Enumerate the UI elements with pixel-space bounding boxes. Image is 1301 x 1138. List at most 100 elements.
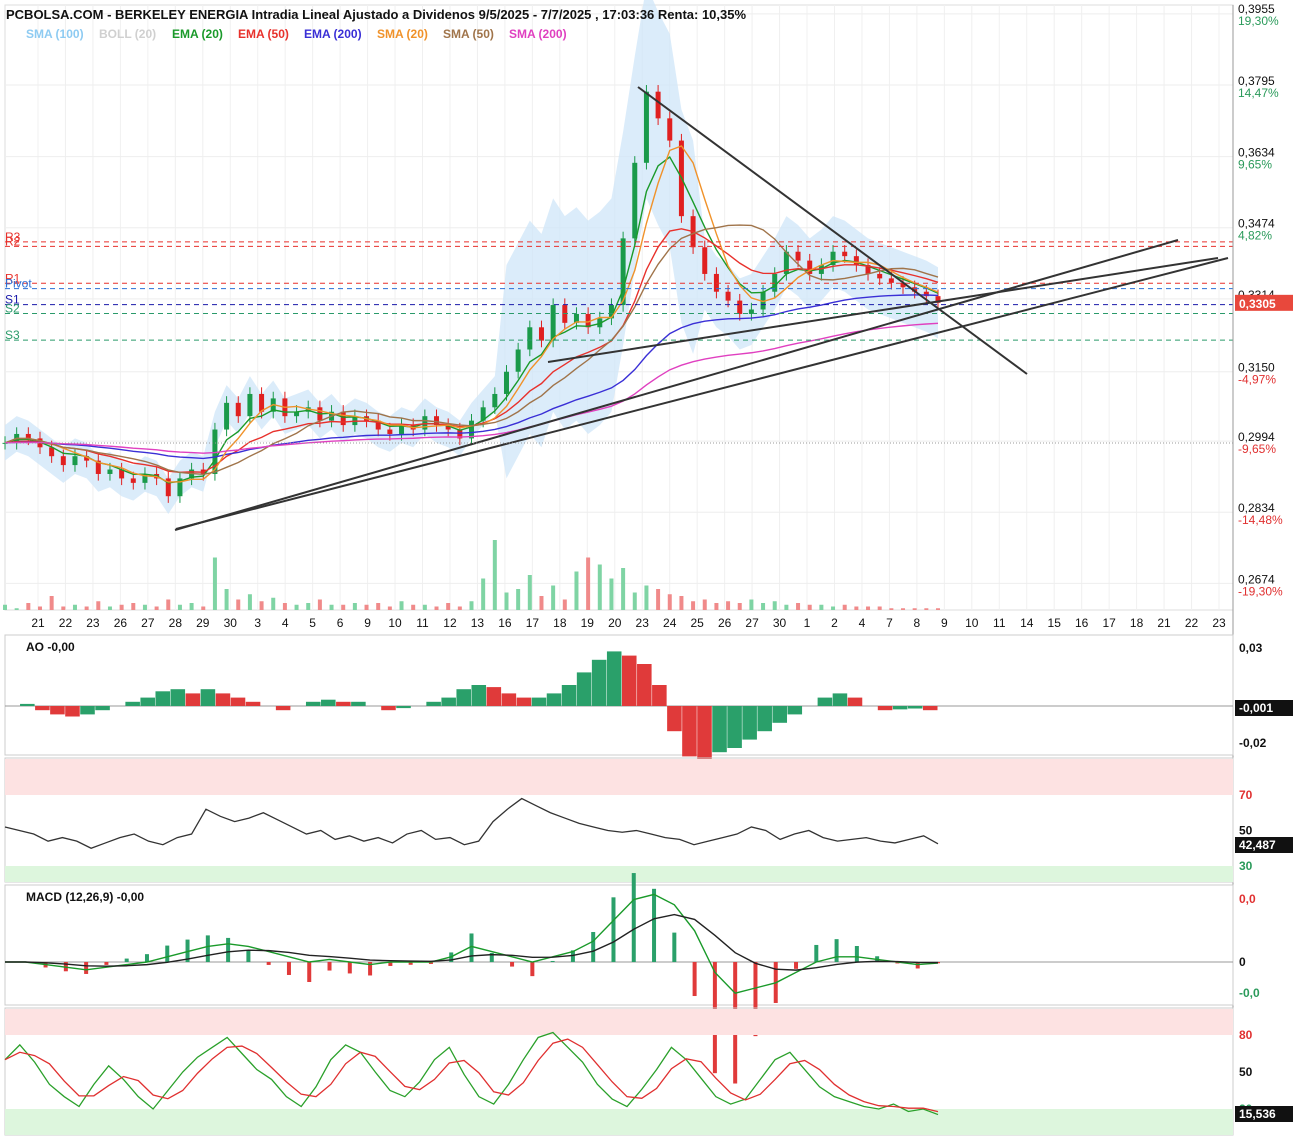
date-tick: 20 [608,616,622,630]
ao-bar [471,685,487,706]
candle-body [667,118,673,141]
date-tick: 18 [553,616,567,630]
date-tick: 27 [141,616,155,630]
candle-body [795,251,801,261]
candle-body [224,402,230,430]
pivot-label-s3: S3 [5,328,20,342]
rsi-oversold-zone [5,866,1233,882]
volume-bar [457,606,462,610]
date-tick: 12 [443,616,457,630]
macd-hist-bar [286,962,291,975]
ao-bar [501,693,517,706]
date-tick: 24 [663,616,677,630]
volume-bar [912,608,917,610]
ao-bar [546,693,562,706]
legend: SMA (100) BOLL (20) EMA (20) EMA (50) EMA (2… [26,27,567,41]
date-tick: 3 [254,616,261,630]
ao-bar [336,701,351,706]
macd-hist-bar [652,888,657,962]
panel-label: AO -0,00 [26,640,75,654]
rsi-tick: 30 [1239,859,1253,873]
candle-body [387,429,393,434]
macd-hist-bar [510,962,515,967]
ao-bar [95,706,110,711]
macd-hist-bar [530,962,535,977]
volume-bar [621,568,626,610]
volume-bar [376,603,381,610]
date-tick: 30 [773,616,787,630]
date-tick: 23 [636,616,650,630]
ao-bar [456,689,471,706]
macd-hist-bar [550,960,555,962]
ao-bar [170,689,186,706]
volume-bar [259,601,264,610]
volume-bar [119,604,124,610]
volume-bar [644,585,649,610]
panel-label: MACD (12,26,9) -0,00 [26,890,144,904]
volume-bar [842,604,847,610]
candle-body [737,300,743,314]
volume-bar [37,606,42,610]
date-tick: 19 [581,616,595,630]
date-tick: 11 [993,616,1006,630]
legend-item: EMA (200) [304,27,362,41]
ao-bar [351,701,366,706]
ao-bar [486,687,502,706]
date-tick: 10 [965,616,979,630]
volume-bar [527,575,532,610]
date-tick: 27 [745,616,759,630]
volume-bar [282,603,287,610]
volume-bar [387,606,392,610]
volume-bar [586,557,591,610]
candle-body [842,251,848,257]
volume-bar [224,589,229,610]
volume-bar [516,589,521,610]
pct-tick: -19,30% [1238,584,1283,598]
rsi-tick: 70 [1239,788,1253,802]
volume-bar [539,596,544,610]
ao-bar [35,706,50,711]
volume-bar [796,603,801,610]
date-tick: 14 [1020,616,1034,630]
pivot-label-s2: S2 [5,302,20,316]
volume-bar [562,599,567,610]
date-tick: 26 [718,616,732,630]
volume-bar [14,608,19,610]
volume-bar [201,606,206,610]
ao-bar [396,706,411,709]
ao-bar [561,685,577,706]
macd-hist-bar [854,946,859,962]
ao-bar [697,706,712,761]
volume-bar [831,606,836,610]
volume-bar [399,601,404,610]
macd-tick: 0,0 [1239,892,1256,906]
date-tick: 28 [169,616,183,630]
ao-bar [80,706,95,715]
ao-bar [832,693,848,706]
volume-bar [306,603,311,610]
volume-bar [236,599,241,610]
ao-bar [230,697,246,706]
date-tick: 30 [224,616,238,630]
candle-body [632,162,638,239]
date-tick: 16 [498,616,512,630]
chart-title: PCBOLSA.COM - BERKELEY ENERGIA Intradia … [6,7,746,22]
volume-bar [329,604,334,610]
rsi-value: 42,487 [1239,838,1276,852]
ao-bar [200,689,216,706]
rsi-line [4,797,939,849]
date-tick: 29 [196,616,210,630]
candle-body [60,456,66,466]
candle-body [259,393,265,412]
date-tick: 7 [886,616,893,630]
macd-hist-bar [692,962,697,997]
volume-bar [819,604,824,610]
macd-hist-bar [266,962,271,965]
ao-bar [305,701,321,706]
ao-bar [215,693,231,706]
macd-hist-bar [347,962,352,974]
ao-bar [817,697,833,706]
macd-tick: -0,0 [1239,986,1260,1000]
volume-bar [411,604,416,610]
volume-bars [3,540,940,610]
